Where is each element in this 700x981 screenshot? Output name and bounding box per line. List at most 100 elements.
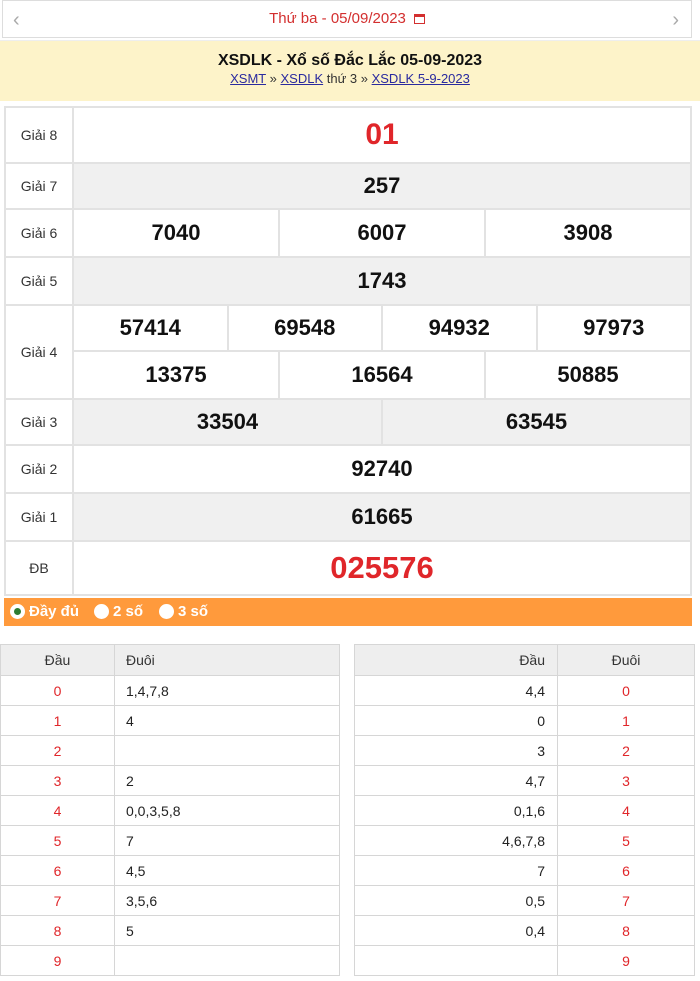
dau-values: 4,6,7,8: [354, 825, 558, 856]
prize-number: 6007: [278, 208, 486, 258]
table-row: 4,7 3: [354, 765, 695, 796]
dau-digit: 8: [0, 915, 115, 946]
duoi-values: [114, 735, 340, 766]
prize-label: Giải 6: [4, 208, 74, 258]
breadcrumb-weekday: thứ 3: [323, 71, 361, 86]
radio-icon[interactable]: [94, 604, 109, 619]
next-day-icon[interactable]: ›: [672, 9, 679, 32]
option-label: 3 số: [178, 603, 209, 620]
duoi-digit: 8: [557, 915, 695, 946]
breadcrumb-xsmt-link[interactable]: XSMT: [230, 71, 266, 86]
date-navigation: ‹ Thứ ba - 05/09/2023 ›: [2, 0, 692, 38]
table-row: 14: [0, 705, 340, 736]
table-row: 4,6,7,8 5: [354, 825, 695, 856]
prize-row-3: Giải 3 33504 63545: [4, 398, 692, 446]
option-3-digits[interactable]: 3 số: [159, 603, 208, 620]
table-row: 32: [354, 735, 695, 766]
breadcrumb-separator: »: [266, 71, 281, 86]
calendar-icon[interactable]: [413, 14, 425, 24]
table-row: 0,4 8: [354, 915, 695, 946]
duoi-values: 0,0,3,5,8: [114, 795, 340, 826]
date-selector[interactable]: Thứ ba - 05/09/2023: [3, 10, 691, 27]
prize-label: Giải 4: [4, 304, 74, 400]
dau-digit: 6: [0, 855, 115, 886]
table-header-row: Đầu Đuôi: [354, 644, 695, 676]
prize-label: Giải 3: [4, 398, 74, 446]
option-full[interactable]: Đầy đủ: [10, 603, 79, 620]
table-row: 9: [354, 945, 695, 976]
duoi-digit: 2: [557, 735, 695, 766]
column-header-duoi: Đuôi: [557, 644, 695, 676]
duoi-digit: 3: [557, 765, 695, 796]
prize-number: 50885: [484, 350, 692, 400]
breadcrumb-xsdlk-link[interactable]: XSDLK: [280, 71, 323, 86]
page-title: XSDLK - Xổ số Đắc Lắc 05-09-2023: [217, 52, 483, 69]
duoi-values: 4,5: [114, 855, 340, 886]
prize-number: 94932: [381, 304, 538, 352]
radio-icon[interactable]: [159, 604, 174, 619]
prize-row-5: Giải 5 1743: [4, 256, 692, 306]
table-row: 6 4,5: [0, 855, 340, 886]
duoi-values: 5: [114, 915, 340, 946]
prize-row-4: Giải 4 57414 69548 94932 97973: [4, 304, 692, 400]
duoi-digit: 9: [557, 945, 695, 976]
dau-digit: 7: [0, 885, 115, 916]
dau-digit: 2: [0, 735, 115, 766]
radio-selected-icon[interactable]: [10, 604, 25, 619]
result-title-box: XSDLK - Xổ số Đắc Lắc 05-09-2023 XSMT » …: [0, 40, 700, 101]
table-row: 01: [354, 705, 695, 736]
dau-table: Đầu Đuôi 0 1,4,7,8 1 4 2 3 2 4 0,0,3,5,8 5 7 6 4,5 7 3…: [0, 644, 340, 976]
duoi-values: 3,5,6: [114, 885, 340, 916]
column-header-duoi: Đuôi: [114, 644, 340, 676]
dau-values: [354, 945, 558, 976]
dau-values: 7: [354, 855, 558, 886]
dau-values: 0,4: [354, 915, 558, 946]
table-row: 0,5 7: [354, 885, 695, 916]
prize-row-2: Giải 2 92740: [4, 444, 692, 494]
duoi-digit: 4: [557, 795, 695, 826]
prize-number: 92740: [72, 444, 692, 494]
dau-digit: 4: [0, 795, 115, 826]
duoi-digit: 0: [557, 675, 695, 706]
prize-number: 257: [72, 162, 692, 210]
dau-digit: 9: [0, 945, 115, 976]
table-row: 57: [0, 825, 340, 856]
dau-digit: 1: [0, 705, 115, 736]
prize-label: Giải 5: [4, 256, 74, 306]
duoi-digit: 7: [557, 885, 695, 916]
column-header-dau: Đầu: [354, 644, 558, 676]
option-2-digits[interactable]: 2 số: [94, 603, 143, 620]
duoi-table: Đầu Đuôi 4,4 0 0 1 3 2 4,7 3 0,1,6 4 4,6,7,8 5 7 6 0,5…: [354, 644, 695, 976]
duoi-digit: 5: [557, 825, 695, 856]
breadcrumb-separator: »: [360, 71, 372, 86]
prize-number: 01: [72, 106, 692, 164]
table-row: 9: [0, 945, 340, 976]
date-text: Thứ ba - 05/09/2023: [269, 10, 406, 27]
breadcrumb-date-link[interactable]: XSDLK 5-9-2023: [372, 71, 470, 86]
prize-row-6: Giải 6 7040 6007 3908: [4, 208, 692, 258]
duoi-digit: 6: [557, 855, 695, 886]
prize-number: 16564: [278, 350, 486, 400]
prize-label: Giải 8: [4, 106, 74, 164]
table-row: 4,4 0: [354, 675, 695, 706]
table-row: 76: [354, 855, 695, 886]
special-prize-number: 025576: [72, 540, 692, 596]
prize-label: Giải 1: [4, 492, 74, 542]
prize-number: 97973: [535, 304, 692, 352]
table-row: 32: [0, 765, 340, 796]
dau-digit: 3: [0, 765, 115, 796]
dau-digit: 0: [0, 675, 115, 706]
dau-values: 3: [354, 735, 558, 766]
prize-row-1: Giải 1 61665: [4, 492, 692, 542]
dau-values: 4,7: [354, 765, 558, 796]
option-label: Đầy đủ: [29, 603, 80, 620]
option-label: 2 số: [113, 603, 144, 620]
table-row: 0 1,4,7,8: [0, 675, 340, 706]
prize-number: 69548: [226, 304, 383, 352]
display-options-bar: Đầy đủ 2 số 3 số: [4, 598, 692, 626]
dau-values: 0,5: [354, 885, 558, 916]
table-row: 7 3,5,6: [0, 885, 340, 916]
dau-values: 0,1,6: [354, 795, 558, 826]
prize-number: 57414: [72, 304, 229, 352]
duoi-values: 4: [114, 705, 340, 736]
